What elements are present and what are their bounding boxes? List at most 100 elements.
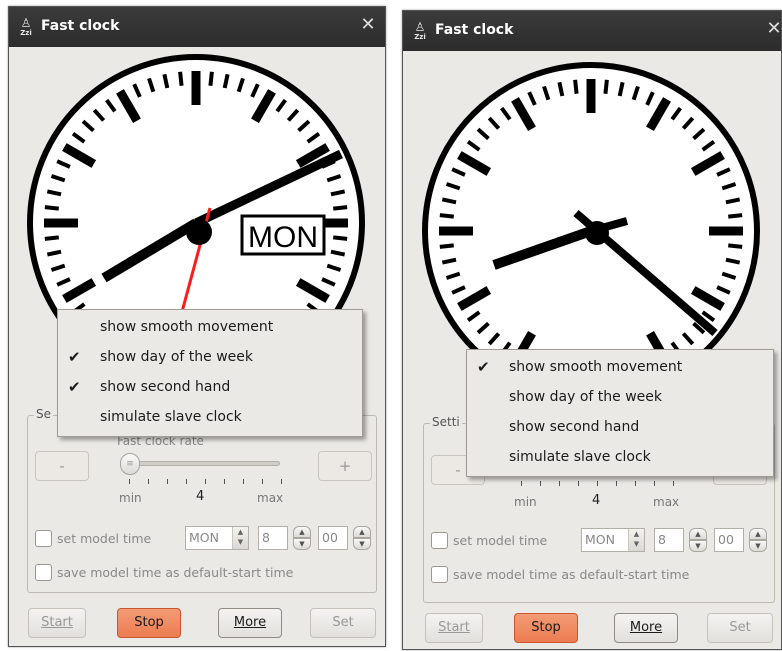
title-bar: ♙ Zzi Fast clock ✕: [9, 7, 385, 47]
day-spinbox[interactable]: MON ▲ ▼: [581, 528, 645, 552]
menu-item-day-of-week[interactable]: ✔ show day of the week: [467, 382, 773, 412]
context-menu: ✔ show smooth movement ✔ show day of the…: [466, 349, 774, 477]
rate-plus-button[interactable]: +: [318, 451, 372, 481]
minute-tick: [573, 79, 579, 94]
check-icon: ✔: [68, 348, 81, 366]
set-model-time-checkbox[interactable]: [35, 530, 52, 547]
start-button-label: Start: [438, 620, 470, 635]
save-default-checkbox[interactable]: [431, 566, 448, 583]
hour-spinbox-value: 8: [262, 530, 270, 545]
hour-down-arrow-icon[interactable]: ▼: [293, 538, 311, 550]
stop-button-label: Stop: [134, 615, 164, 630]
bell-icon: ♙ Zzi: [414, 20, 426, 41]
minute-tick: [330, 249, 346, 257]
menu-item-label: simulate slave clock: [509, 449, 651, 465]
minute-spinbox[interactable]: 00: [714, 528, 744, 552]
minute-tick: [46, 249, 62, 257]
window-title: Fast clock: [41, 18, 120, 34]
minute-spinbox-value: 00: [322, 530, 338, 545]
set-button[interactable]: Set: [707, 613, 773, 643]
set-button-label: Set: [332, 615, 354, 630]
minute-tick: [439, 213, 454, 219]
set-model-time-label: set model time: [453, 533, 548, 548]
menu-item-smooth-movement[interactable]: ✔ show smooth movement: [58, 312, 362, 342]
save-default-checkbox[interactable]: [35, 564, 52, 581]
menu-item-second-hand[interactable]: ✔ show second hand: [58, 372, 362, 402]
minute-tick: [441, 197, 457, 205]
menu-item-label: show smooth movement: [100, 319, 274, 335]
rate-slider-handle[interactable]: ≡: [120, 453, 140, 475]
rate-max-label: max: [653, 495, 680, 509]
day-spinbox[interactable]: MON ▲ ▼: [185, 526, 249, 550]
set-model-time-checkbox[interactable]: [431, 532, 448, 549]
hour-spinbox-value: 8: [658, 532, 666, 547]
hour-spinbox[interactable]: 8: [654, 528, 684, 552]
start-button[interactable]: Start: [425, 613, 483, 643]
day-label: MON: [248, 221, 318, 254]
hour-up-arrow-icon[interactable]: ▲: [689, 528, 707, 540]
rate-slider-ticks: [129, 479, 282, 484]
minute-tick: [44, 205, 59, 211]
hour-up-arrow-icon[interactable]: ▲: [293, 526, 311, 538]
minute-tick: [728, 243, 743, 249]
minute-tick: [333, 205, 348, 211]
close-icon[interactable]: ✕: [359, 15, 377, 35]
minute-spinbox-value: 00: [718, 532, 734, 547]
menu-item-label: show smooth movement: [509, 359, 683, 375]
minute-down-arrow-icon[interactable]: ▼: [749, 540, 767, 552]
minute-tick: [46, 189, 62, 197]
day-spinbox-value: MON: [585, 532, 615, 547]
menu-item-label: simulate slave clock: [100, 409, 242, 425]
rate-min-label: min: [119, 491, 142, 505]
more-button-label: More: [233, 615, 267, 630]
set-model-time-label: set model time: [57, 531, 152, 546]
minute-tick: [557, 81, 565, 97]
menu-item-day-of-week[interactable]: ✔ show day of the week: [58, 342, 362, 372]
minute-up-arrow-icon[interactable]: ▲: [749, 528, 767, 540]
minute-tick: [603, 79, 609, 94]
rate-value: 4: [592, 493, 601, 508]
minute-tick: [617, 81, 625, 97]
hour-spinbox[interactable]: 8: [258, 526, 288, 550]
minute-tick: [44, 235, 59, 241]
hour-down-arrow-icon[interactable]: ▼: [689, 540, 707, 552]
stop-button[interactable]: Stop: [117, 608, 181, 638]
rate-max-label: max: [257, 491, 284, 505]
minute-tick: [178, 71, 184, 86]
minute-spinbox[interactable]: 00: [318, 526, 348, 550]
minute-tick: [208, 71, 214, 86]
rate-minus-button[interactable]: -: [35, 451, 89, 481]
menu-item-second-hand[interactable]: ✔ show second hand: [467, 412, 773, 442]
settings-legend: Setti: [430, 415, 462, 429]
set-button-label: Set: [729, 620, 751, 635]
menu-item-slave-clock[interactable]: ✔ simulate slave clock: [467, 442, 773, 472]
minute-down-arrow-icon[interactable]: ▼: [353, 538, 371, 550]
bell-icon: ♙ Zzi: [20, 16, 32, 37]
menu-item-slave-clock[interactable]: ✔ simulate slave clock: [58, 402, 362, 432]
menu-item-smooth-movement[interactable]: ✔ show smooth movement: [467, 352, 773, 382]
menu-item-label: show day of the week: [100, 349, 253, 365]
start-button[interactable]: Start: [28, 608, 86, 638]
more-button[interactable]: More: [218, 608, 282, 638]
context-menu: ✔ show smooth movement ✔ show day of the…: [57, 309, 363, 437]
minute-tick: [728, 213, 743, 219]
fast-clock-window-left: ♙ Zzi Fast clock ✕ MON Se Fast clock rate…: [8, 6, 386, 647]
close-icon[interactable]: ✕: [765, 19, 782, 39]
minute-tick: [333, 235, 348, 241]
rate-slider-ticks: [521, 481, 674, 486]
stop-button[interactable]: Stop: [514, 613, 578, 643]
window-title: Fast clock: [435, 22, 514, 38]
center-cap: [585, 221, 609, 245]
spin-arrows-icon[interactable]: ▲ ▼: [628, 529, 644, 551]
menu-item-label: show second hand: [509, 419, 640, 435]
minute-up-arrow-icon[interactable]: ▲: [353, 526, 371, 538]
spin-arrows-icon[interactable]: ▲ ▼: [232, 527, 248, 549]
minute-tick: [330, 189, 346, 197]
check-icon: ✔: [68, 378, 81, 396]
more-button[interactable]: More: [614, 613, 678, 643]
rate-min-label: min: [514, 495, 537, 509]
save-default-label: save model time as default-start time: [453, 567, 690, 582]
rate-slider-track[interactable]: [122, 461, 280, 466]
set-button[interactable]: Set: [310, 608, 376, 638]
check-icon: ✔: [477, 358, 490, 376]
